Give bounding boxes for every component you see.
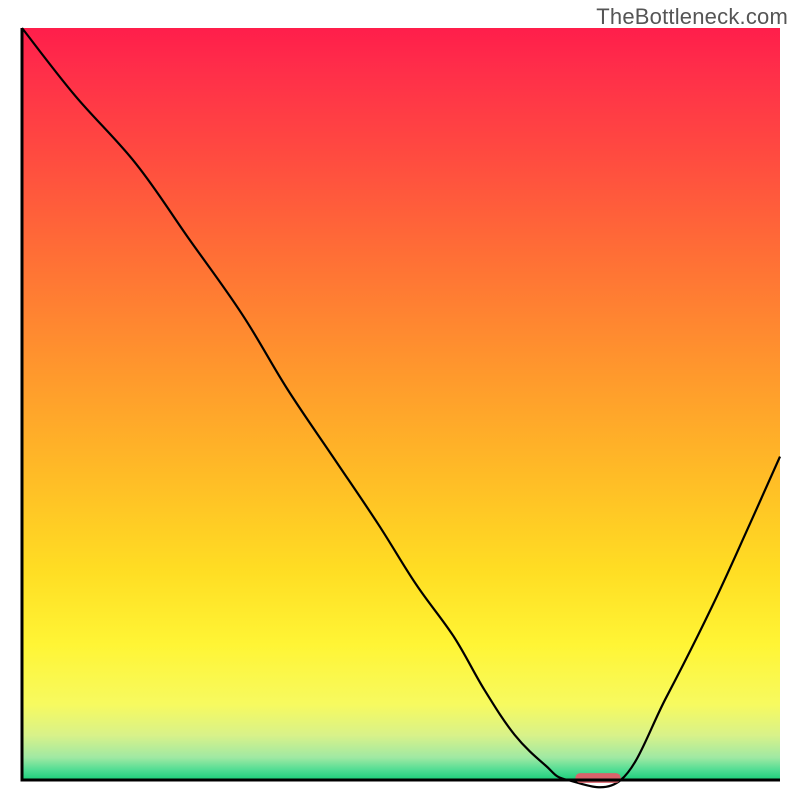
watermark-label: TheBottleneck.com bbox=[596, 4, 788, 30]
bottleneck-chart bbox=[0, 0, 800, 800]
chart-container: TheBottleneck.com bbox=[0, 0, 800, 800]
plot-background bbox=[22, 28, 780, 780]
